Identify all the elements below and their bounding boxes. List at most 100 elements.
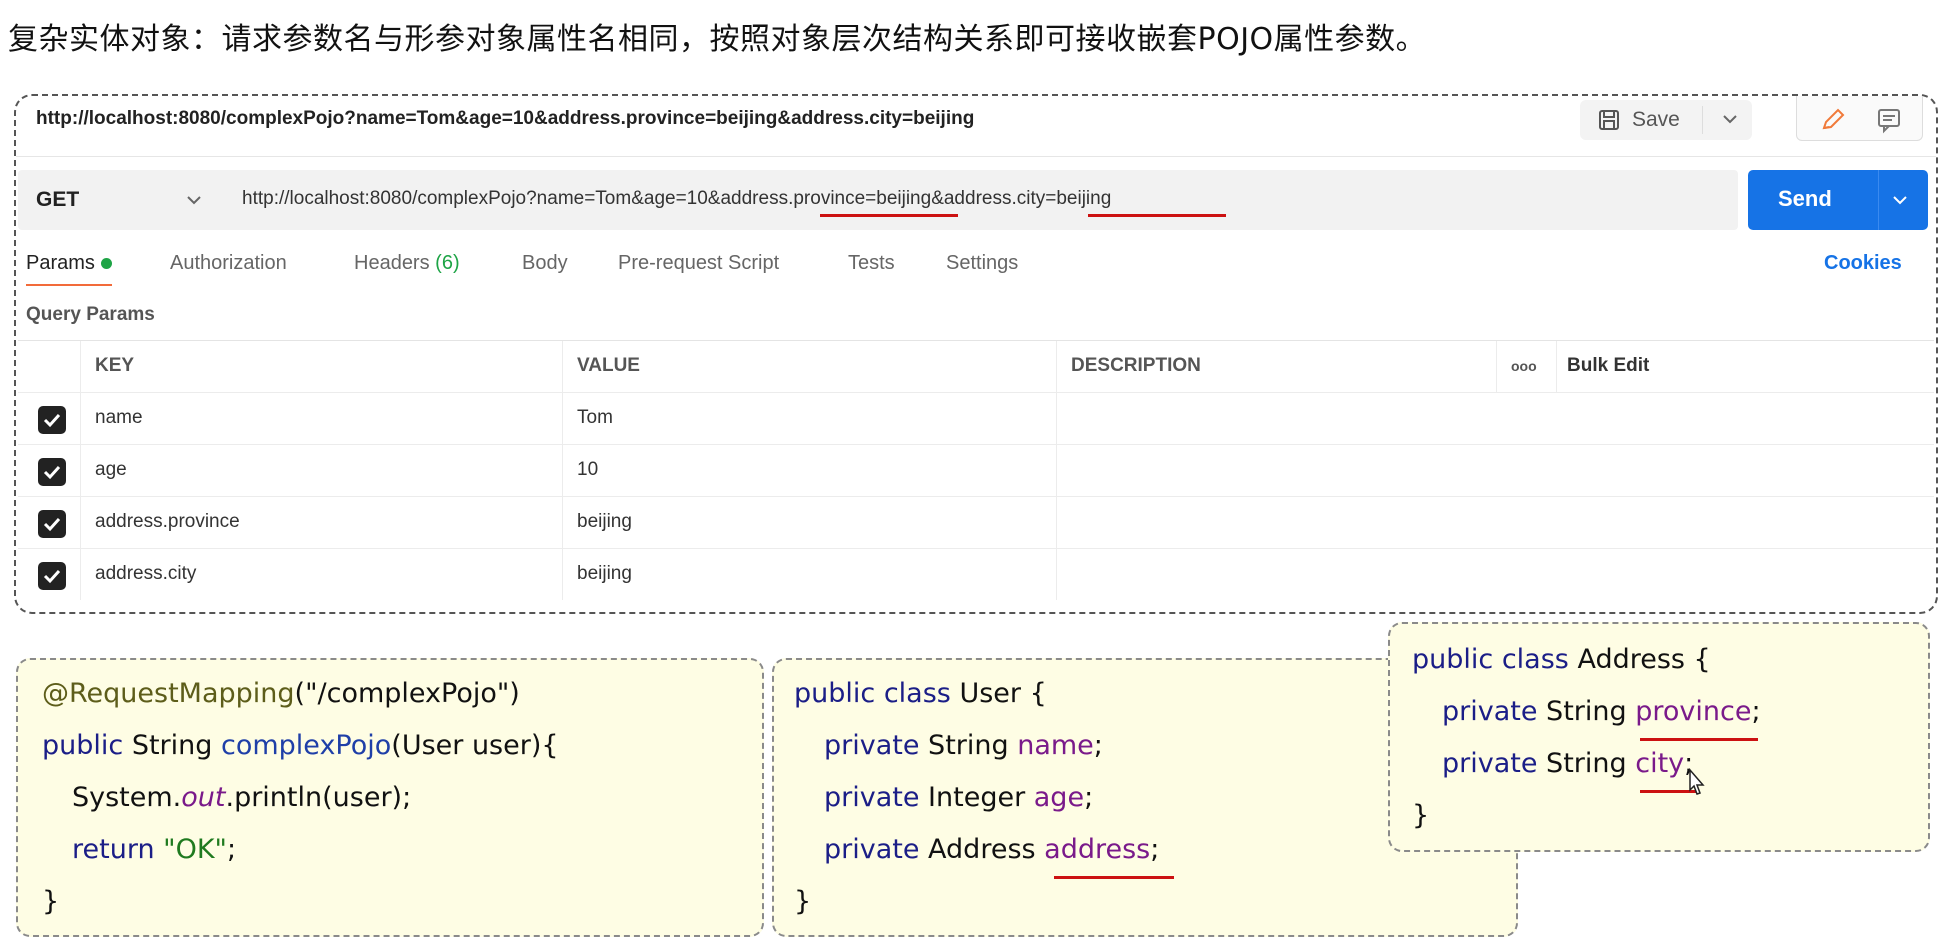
underline-address bbox=[1054, 876, 1174, 879]
code-line: public String complexPojo(User user){ bbox=[42, 730, 559, 761]
keyword-token: private bbox=[1442, 748, 1538, 779]
row-checkbox[interactable] bbox=[38, 562, 66, 590]
side-tools bbox=[1796, 96, 1923, 141]
check-icon bbox=[43, 517, 61, 532]
code-line: public class User { bbox=[794, 678, 1047, 709]
postman-request-panel: http://localhost:8080/complexPojo?name=T… bbox=[14, 94, 1938, 614]
param-key: address.city bbox=[95, 563, 197, 584]
bulk-edit-button[interactable]: Bulk Edit bbox=[1567, 355, 1649, 377]
keyword-token: public class bbox=[1412, 644, 1569, 675]
semicolon: ; bbox=[1084, 782, 1094, 813]
value-cell[interactable]: beijing bbox=[562, 497, 1057, 548]
header-more-cell: ooo bbox=[1496, 341, 1557, 392]
code-line: } bbox=[1412, 800, 1429, 831]
tab-headers[interactable]: Headers (6) bbox=[354, 252, 460, 275]
params-header-row: KEY VALUE DESCRIPTION ooo Bulk Edit bbox=[18, 341, 1934, 393]
tab-body[interactable]: Body bbox=[522, 252, 568, 275]
tab-pre-request-script[interactable]: Pre-request Script bbox=[618, 252, 779, 275]
cookies-link[interactable]: Cookies bbox=[1824, 252, 1902, 275]
header-key: KEY bbox=[95, 355, 135, 376]
semicolon: ; bbox=[1093, 730, 1103, 761]
keyword-token: return bbox=[72, 834, 155, 865]
table-row: address.city beijing bbox=[18, 549, 1934, 600]
address-class-code-box: public class Address { private String pr… bbox=[1388, 622, 1930, 852]
chevron-down-icon[interactable] bbox=[184, 190, 204, 210]
description-cell[interactable] bbox=[1056, 497, 1935, 548]
chevron-down-icon[interactable] bbox=[1890, 190, 1910, 210]
description-cell[interactable] bbox=[1056, 549, 1935, 600]
params-table: KEY VALUE DESCRIPTION ooo Bulk Edit name… bbox=[18, 340, 1935, 612]
return-type: String bbox=[123, 730, 221, 761]
key-cell[interactable]: name bbox=[80, 393, 563, 444]
request-url-bar: GET http://localhost:8080/complexPojo?na… bbox=[18, 170, 1738, 230]
value-cell[interactable]: Tom bbox=[562, 393, 1057, 444]
pencil-icon[interactable] bbox=[1819, 106, 1847, 134]
key-cell[interactable]: address.province bbox=[80, 497, 563, 548]
header-key-cell: KEY bbox=[80, 341, 563, 392]
annotation-token: @RequestMapping bbox=[42, 678, 295, 709]
semicolon: ; bbox=[1751, 696, 1761, 727]
send-button[interactable]: Send bbox=[1748, 170, 1928, 230]
url-input[interactable]: http://localhost:8080/complexPojo?name=T… bbox=[242, 188, 1111, 210]
value-cell[interactable]: 10 bbox=[562, 445, 1057, 496]
underline-city bbox=[1088, 214, 1226, 217]
header-value: VALUE bbox=[577, 355, 640, 376]
check-icon bbox=[43, 569, 61, 584]
key-cell[interactable]: age bbox=[80, 445, 563, 496]
more-options-icon[interactable]: ooo bbox=[1511, 358, 1537, 374]
row-checkbox[interactable] bbox=[38, 458, 66, 486]
row-checkbox[interactable] bbox=[38, 406, 66, 434]
code-line: public class Address { bbox=[1412, 644, 1711, 675]
field-name: city bbox=[1635, 748, 1685, 779]
field-name: address bbox=[1044, 834, 1151, 865]
param-key: address.province bbox=[95, 511, 240, 532]
closing-brace: } bbox=[1412, 800, 1430, 831]
keyword-token: public class bbox=[794, 678, 951, 709]
field-type: Address bbox=[919, 834, 1045, 865]
row-checkbox[interactable] bbox=[38, 510, 66, 538]
comment-icon[interactable] bbox=[1875, 106, 1903, 134]
check-icon bbox=[43, 465, 61, 480]
param-value: beijing bbox=[577, 563, 632, 584]
description-cell[interactable] bbox=[1056, 445, 1935, 496]
table-row: address.province beijing bbox=[18, 497, 1934, 549]
save-label: Save bbox=[1632, 108, 1680, 131]
tab-authorization[interactable]: Authorization bbox=[170, 252, 287, 275]
param-value: Tom bbox=[577, 407, 613, 428]
keyword-token: private bbox=[824, 730, 920, 761]
string-token: "OK" bbox=[154, 834, 227, 865]
headers-count: (6) bbox=[435, 252, 460, 274]
keyword-token: private bbox=[824, 834, 920, 865]
code-line: return "OK"; bbox=[72, 834, 236, 865]
value-cell[interactable]: beijing bbox=[562, 549, 1057, 600]
save-icon bbox=[1599, 110, 1619, 130]
param-key: age bbox=[95, 459, 127, 480]
tab-params-label: Params bbox=[26, 252, 95, 274]
table-row: age 10 bbox=[18, 445, 1934, 497]
out-token: out bbox=[181, 782, 226, 813]
code-line: } bbox=[42, 886, 59, 917]
code-line: private String province; bbox=[1442, 696, 1761, 727]
query-params-heading: Query Params bbox=[26, 304, 155, 325]
tab-params[interactable]: Params bbox=[26, 252, 112, 275]
params-status-dot bbox=[100, 258, 112, 270]
class-name: Address { bbox=[1568, 644, 1711, 675]
tab-tests[interactable]: Tests bbox=[848, 252, 895, 275]
field-name: age bbox=[1033, 782, 1085, 813]
header-value-cell: VALUE bbox=[562, 341, 1057, 392]
underline-province-field bbox=[1640, 738, 1758, 741]
tab-settings[interactable]: Settings bbox=[946, 252, 1018, 275]
method-select[interactable]: GET bbox=[36, 188, 79, 212]
field-type: String bbox=[919, 730, 1018, 761]
description-cell[interactable] bbox=[1056, 393, 1935, 444]
closing-brace: } bbox=[42, 886, 60, 917]
save-button[interactable]: Save bbox=[1580, 100, 1752, 140]
key-cell[interactable]: address.city bbox=[80, 549, 563, 600]
tab-headers-label: Headers bbox=[354, 252, 430, 274]
code-line: System.out.println(user); bbox=[72, 782, 411, 813]
chevron-down-icon[interactable] bbox=[1720, 109, 1740, 129]
code-line: @RequestMapping("/complexPojo") bbox=[42, 678, 520, 709]
request-titlebar: http://localhost:8080/complexPojo?name=T… bbox=[16, 96, 1936, 157]
keyword-token: private bbox=[1442, 696, 1538, 727]
field-type: String bbox=[1537, 748, 1636, 779]
